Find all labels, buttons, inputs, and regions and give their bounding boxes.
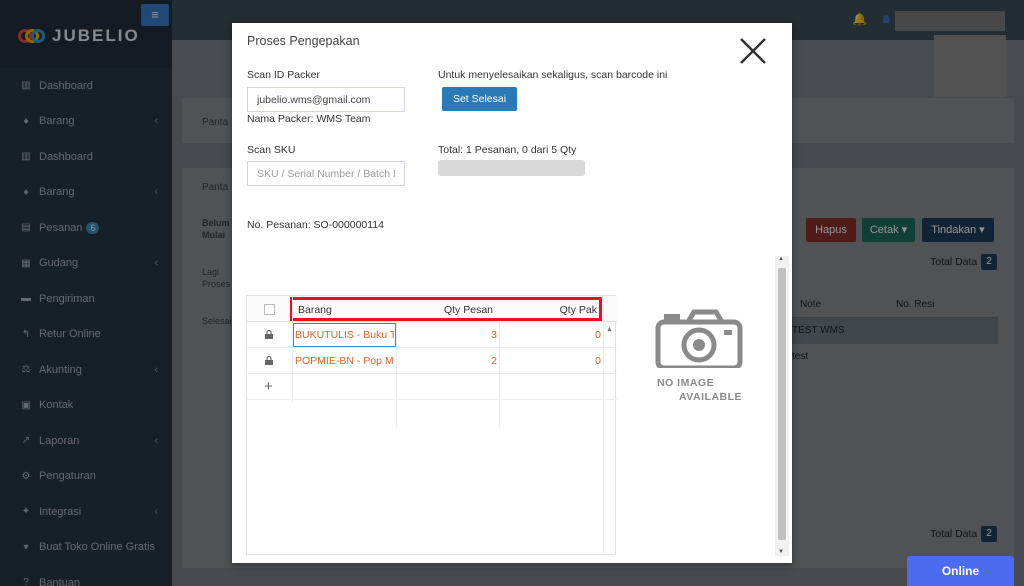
lock-icon (265, 330, 273, 339)
add-row-icon[interactable]: + (264, 378, 273, 395)
qty-pack-cell[interactable]: 0 (547, 355, 601, 367)
scrollbar-thumb[interactable] (778, 268, 786, 540)
table-row[interactable]: BUKUTULIS - Buku Tu 3 0 (247, 322, 617, 348)
online-status-button[interactable]: Online (907, 556, 1014, 586)
close-icon[interactable] (735, 33, 771, 69)
no-image-text: AVAILABLE (679, 391, 743, 403)
modal-title: Proses Pengepakan (247, 34, 360, 48)
add-row[interactable]: + (247, 374, 617, 400)
scroll-down-icon[interactable]: ▼ (778, 549, 784, 555)
table-row[interactable]: POPMIE-BN - Pop Mie 2 0 (247, 348, 617, 374)
item-cell[interactable]: BUKUTULIS - Buku Tu (295, 329, 394, 341)
total-summary: Total: 1 Pesanan, 0 dari 5 Qty (438, 144, 577, 156)
packing-progress-bar (438, 160, 585, 176)
scan-id-input[interactable] (247, 87, 405, 112)
qty-pack-cell[interactable]: 0 (547, 329, 601, 341)
qty-order-cell[interactable]: 3 (437, 329, 497, 341)
set-finished-button[interactable]: Set Selesai (442, 87, 517, 111)
camera-icon (655, 309, 743, 368)
items-grid: Barang Qty Pesan Qty Pak BUKUTULIS - Buk… (246, 295, 617, 555)
packer-name: Nama Packer: WMS Team (247, 113, 371, 125)
no-image-text: NO IMAGE (657, 377, 715, 389)
item-cell[interactable]: POPMIE-BN - Pop Mie (295, 355, 394, 367)
scroll-up-icon[interactable]: ▲ (778, 256, 784, 262)
grid-header: Barang Qty Pesan Qty Pak (247, 296, 617, 322)
scroll-up-icon[interactable]: ▲ (606, 326, 613, 333)
finish-hint: Untuk menyelesaikan sekaligus, scan barc… (438, 69, 668, 81)
scan-id-label: Scan ID Packer (247, 69, 320, 81)
grid-scrollbar[interactable]: ▲ (603, 322, 615, 554)
scan-sku-input[interactable] (247, 161, 405, 186)
scan-sku-label: Scan SKU (247, 144, 296, 156)
header-highlight-box (290, 297, 602, 321)
modal-scrollbar[interactable]: ▲ ▼ (775, 256, 789, 556)
packing-modal: Proses Pengepakan Scan ID Packer Nama Pa… (232, 23, 792, 563)
select-all-checkbox[interactable] (264, 304, 275, 315)
lock-icon (265, 356, 273, 365)
qty-order-cell[interactable]: 2 (437, 355, 497, 367)
order-number: No. Pesanan: SO-000000114 (247, 219, 384, 231)
